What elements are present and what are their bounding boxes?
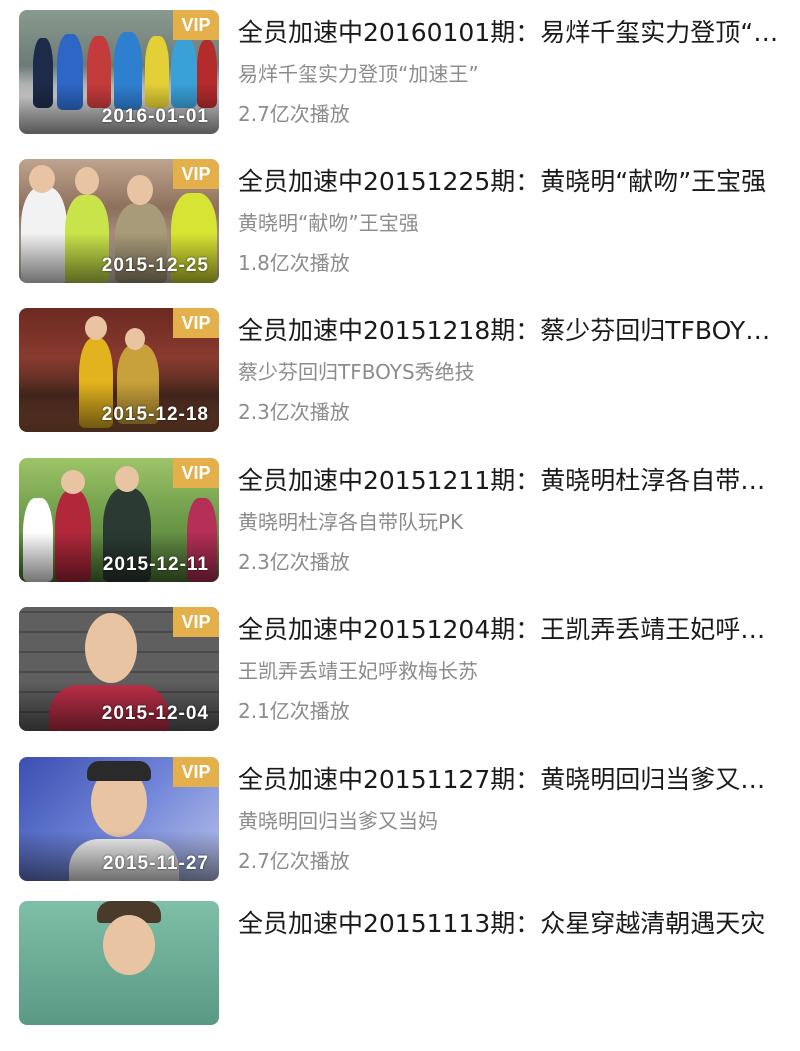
video-title[interactable]: 全员加速中20151204期：王凯弄丢靖王妃呼救梅长苏 <box>238 613 783 647</box>
vip-badge: VIP <box>173 607 219 637</box>
video-item[interactable]: VIP 2015-12-04 全员加速中20151204期：王凯弄丢靖王妃呼救梅… <box>0 607 800 757</box>
video-subtitle: 易烊千玺实力登顶“加速王” <box>238 62 479 86</box>
video-date: 2015-12-18 <box>101 404 209 425</box>
play-count: 2.3亿次播放 <box>238 550 350 574</box>
video-item[interactable]: 全员加速中20151113期：众星穿越清朝遇天灾 <box>0 901 800 1051</box>
vip-badge: VIP <box>173 757 219 787</box>
video-date: 2015-12-04 <box>101 703 209 724</box>
play-count: 2.7亿次播放 <box>238 102 350 126</box>
video-item[interactable]: VIP 2015-12-18 全员加速中20151218期：蔡少芬回归TFBOY… <box>0 308 800 458</box>
video-thumbnail[interactable]: VIP 2015-12-25 <box>19 159 219 283</box>
video-thumbnail[interactable]: VIP 2015-12-11 <box>19 458 219 582</box>
video-thumbnail[interactable]: VIP 2016-01-01 <box>19 10 219 134</box>
video-subtitle: 蔡少芬回归TFBOYS秀绝技 <box>238 360 475 384</box>
play-count: 1.8亿次播放 <box>238 251 350 275</box>
video-list: VIP 2016-01-01 全员加速中20160101期：易烊千玺实力登顶“加… <box>0 0 800 1025</box>
video-date: 2015-12-11 <box>102 554 209 575</box>
video-title[interactable]: 全员加速中20151218期：蔡少芬回归TFBOYS秀绝技 <box>238 314 783 348</box>
video-title[interactable]: 全员加速中20151211期：黄晓明杜淳各自带队玩PK <box>238 464 783 498</box>
video-date: 2016-01-01 <box>101 106 209 127</box>
video-item[interactable]: VIP 2016-01-01 全员加速中20160101期：易烊千玺实力登顶“加… <box>0 10 800 160</box>
video-title[interactable]: 全员加速中20151225期：黄晓明“献吻”王宝强 <box>238 165 783 199</box>
video-date: 2015-12-25 <box>101 255 209 276</box>
vip-badge: VIP <box>173 458 219 488</box>
play-count: 2.7亿次播放 <box>238 849 350 873</box>
video-thumbnail[interactable]: VIP 2015-12-04 <box>19 607 219 731</box>
video-thumbnail[interactable]: VIP 2015-11-27 <box>19 757 219 881</box>
play-count: 2.1亿次播放 <box>238 699 350 723</box>
vip-badge: VIP <box>173 308 219 338</box>
video-title[interactable]: 全员加速中20160101期：易烊千玺实力登顶“加速王” <box>238 16 783 50</box>
video-title[interactable]: 全员加速中20151127期：黄晓明回归当爹又当妈 <box>238 763 783 797</box>
video-subtitle: 黄晓明杜淳各自带队玩PK <box>238 510 464 534</box>
video-thumbnail[interactable] <box>19 901 219 1025</box>
video-thumbnail[interactable]: VIP 2015-12-18 <box>19 308 219 432</box>
video-item[interactable]: VIP 2015-11-27 全员加速中20151127期：黄晓明回归当爹又当妈… <box>0 757 800 907</box>
video-subtitle: 王凯弄丢靖王妃呼救梅长苏 <box>238 659 478 683</box>
video-title[interactable]: 全员加速中20151113期：众星穿越清朝遇天灾 <box>238 907 783 941</box>
video-date: 2015-11-27 <box>102 853 209 874</box>
play-count: 2.3亿次播放 <box>238 400 350 424</box>
video-item[interactable]: VIP 2015-12-11 全员加速中20151211期：黄晓明杜淳各自带队玩… <box>0 458 800 608</box>
video-subtitle: 黄晓明“献吻”王宝强 <box>238 211 419 235</box>
vip-badge: VIP <box>173 10 219 40</box>
video-item[interactable]: VIP 2015-12-25 全员加速中20151225期：黄晓明“献吻”王宝强… <box>0 159 800 309</box>
vip-badge: VIP <box>173 159 219 189</box>
video-subtitle: 黄晓明回归当爹又当妈 <box>238 809 438 833</box>
